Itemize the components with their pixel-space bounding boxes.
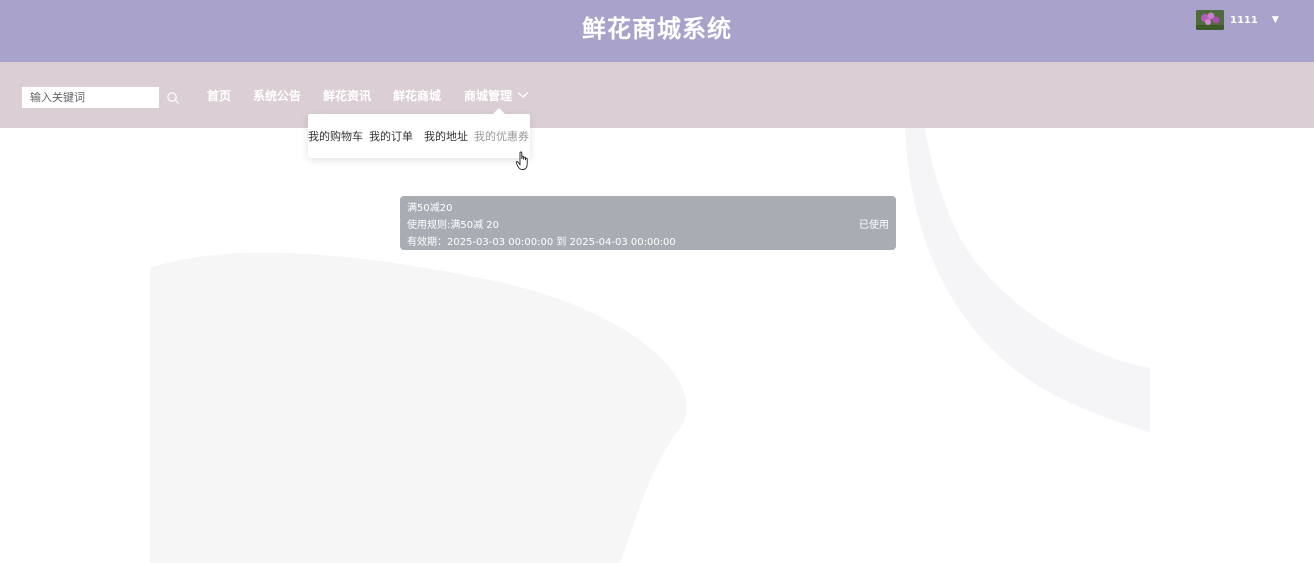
- nav-bar: 首页 系统公告 鲜花资讯 鲜花商城 商城管理: [0, 62, 1314, 128]
- caret-down-icon[interactable]: ▼: [1272, 15, 1279, 25]
- coupon-validity: 有效期：2025-03-03 00:00:00 到 2025-04-03 00:…: [407, 237, 676, 248]
- background-decoration: [150, 128, 1150, 563]
- menu-item-orders[interactable]: 我的订单: [369, 128, 413, 144]
- hand-cursor-icon: [515, 151, 528, 170]
- nav-item-home[interactable]: 首页: [207, 86, 231, 106]
- menu-item-cart[interactable]: 我的购物车: [308, 128, 363, 144]
- nav-item-news[interactable]: 鲜花资讯: [323, 86, 371, 106]
- coupon-name: 满50减20: [407, 203, 453, 214]
- dropdown-arrow: [493, 108, 505, 114]
- search-input[interactable]: [22, 87, 159, 108]
- chevron-down-icon[interactable]: [517, 90, 529, 100]
- coupon-rule: 使用规则:满50减 20: [407, 220, 499, 231]
- dropdown-menu: 我的购物车 我的订单 我的地址 我的优惠券: [308, 114, 530, 158]
- menu-item-address[interactable]: 我的地址: [424, 128, 468, 144]
- nav-item-mall-management[interactable]: 商城管理: [464, 86, 512, 106]
- site-title: 鲜花商城系统: [582, 15, 732, 43]
- menu-item-coupons[interactable]: 我的优惠券: [474, 128, 529, 144]
- nav-item-shop[interactable]: 鲜花商城: [393, 86, 441, 106]
- page: 鲜花商城系统 1111 ▼ 首页 系统公告 鲜花资讯: [0, 0, 1314, 563]
- avatar[interactable]: [1196, 10, 1224, 30]
- nav-item-announcements[interactable]: 系统公告: [253, 86, 301, 106]
- coupon-status-badge: 已使用: [859, 220, 889, 231]
- coupon-card[interactable]: 满50减20 使用规则:满50减 20 有效期：2025-03-03 00:00…: [400, 196, 896, 250]
- username[interactable]: 1111: [1230, 15, 1258, 26]
- header: 鲜花商城系统 1111 ▼: [0, 0, 1314, 62]
- search-icon[interactable]: [166, 91, 180, 105]
- user-menu[interactable]: 1111 ▼: [1196, 10, 1279, 30]
